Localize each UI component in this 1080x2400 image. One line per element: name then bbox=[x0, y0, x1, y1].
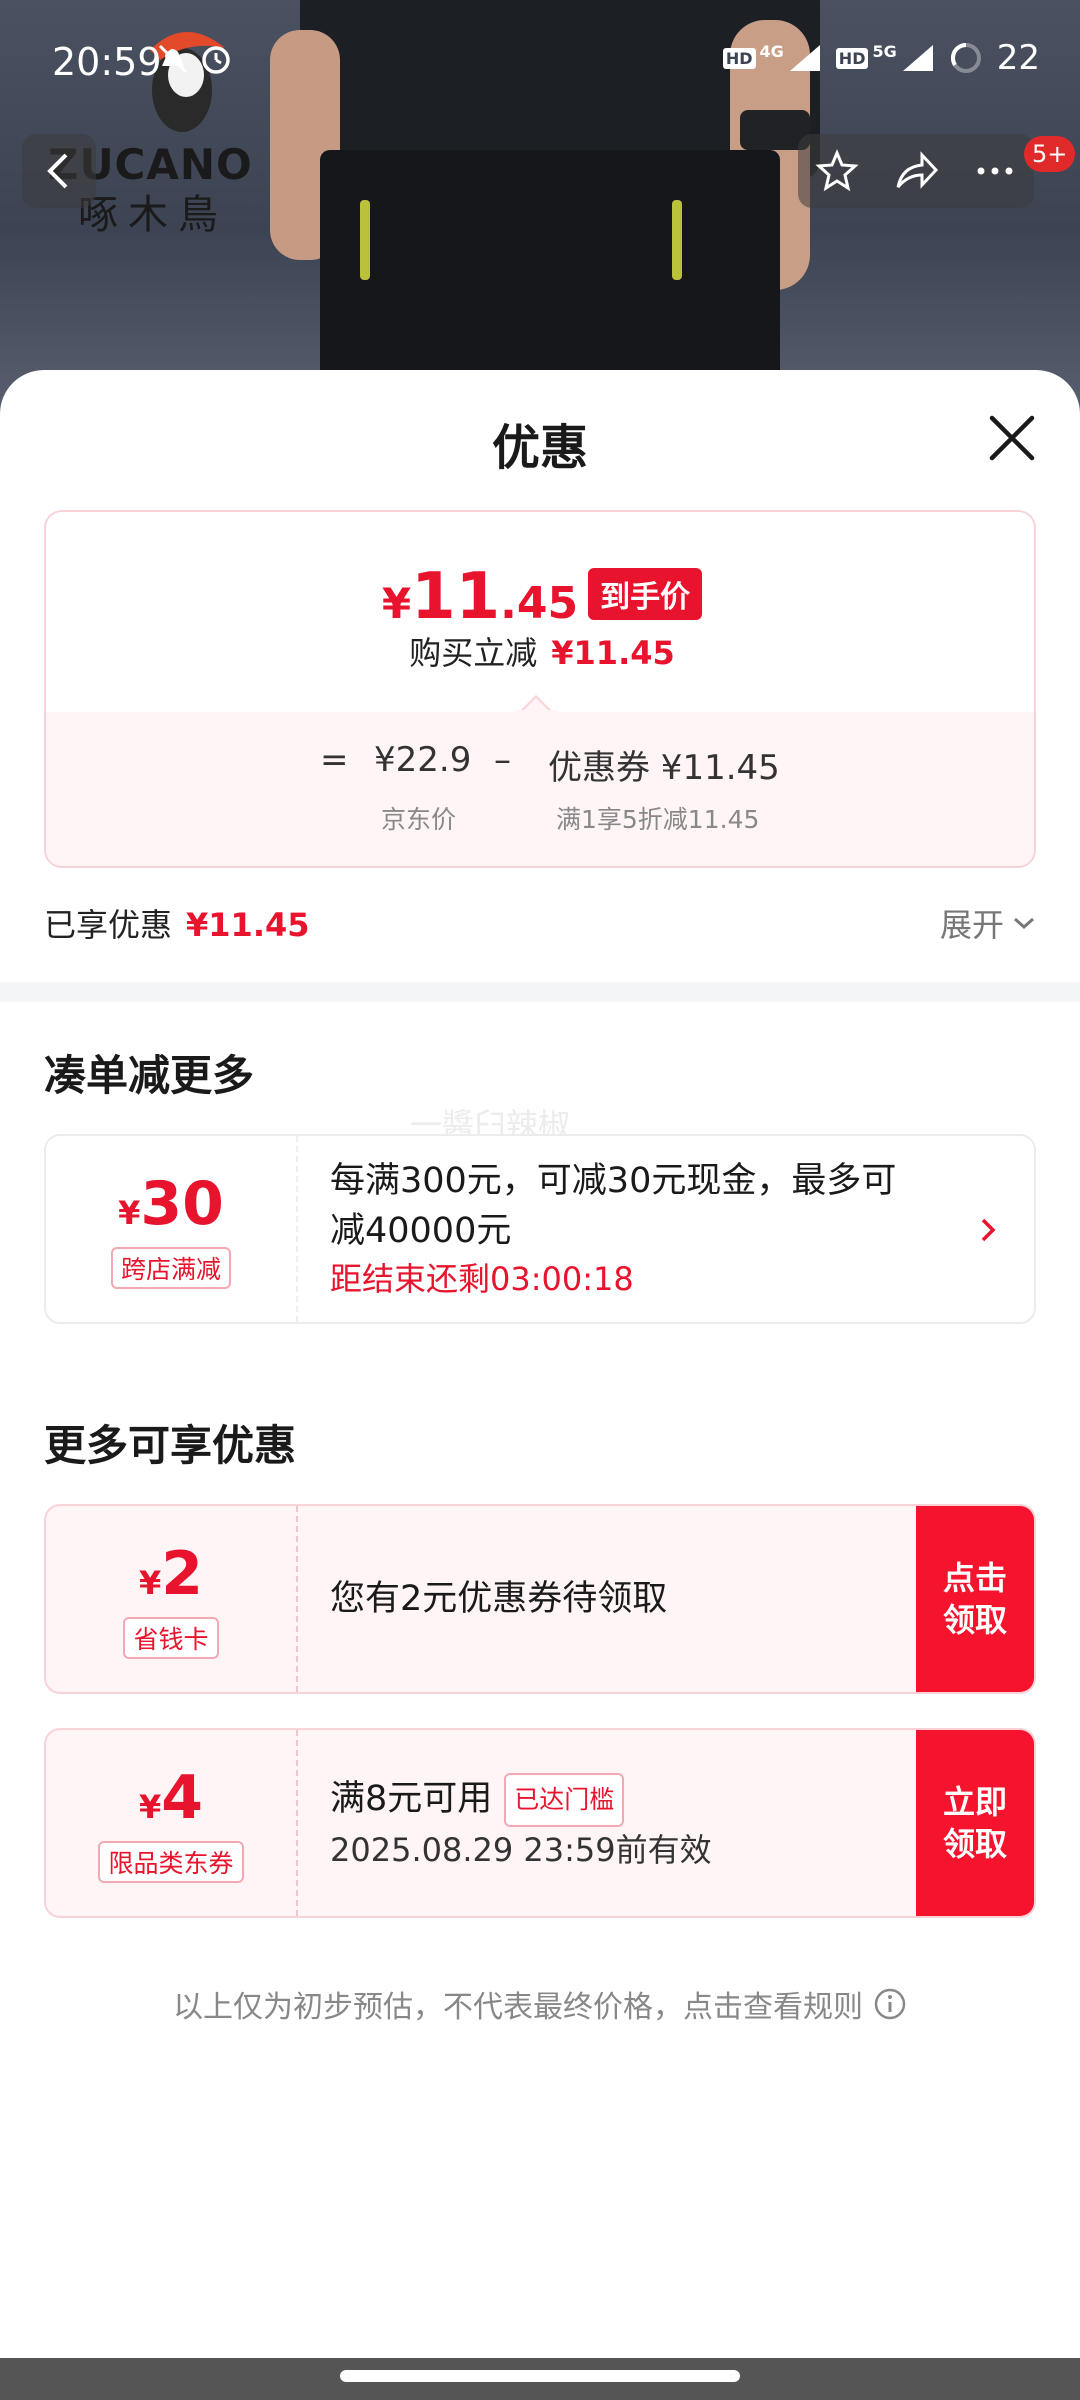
status-bar: 20:59 HD 4G HD 5G 22 bbox=[0, 0, 1080, 120]
discount-sheet: 优惠 ¥ 11 .45 到手价 购买立减 ¥11.45 = ¥22.9 – 优惠券… bbox=[0, 370, 1080, 2360]
coupon-amount: ¥ 30 bbox=[118, 1169, 224, 1239]
section-title-more-order: 凑单减更多 bbox=[44, 1051, 255, 1100]
final-price-card: ¥ 11 .45 到手价 购买立减 ¥11.45 = ¥22.9 – 优惠券 ¥1… bbox=[44, 510, 1036, 868]
claim-coupon-button[interactable]: 立即 领取 bbox=[916, 1730, 1034, 1916]
coupon-amount-area: ¥ 30 跨店满减 bbox=[46, 1136, 298, 1322]
close-icon[interactable] bbox=[982, 408, 1042, 468]
star-icon[interactable] bbox=[815, 149, 859, 193]
coupon-threshold: 满8元可用 已达门槛 bbox=[330, 1773, 712, 1827]
battery-ring-icon bbox=[950, 42, 981, 73]
product-zip-right bbox=[672, 200, 682, 280]
formula-minus: – bbox=[494, 740, 511, 780]
status-left-icons bbox=[158, 42, 238, 84]
coupon-amount-area: ¥ 2 省钱卡 bbox=[46, 1506, 298, 1692]
coupon-amount: ¥ 2 bbox=[138, 1539, 203, 1609]
coupon-tag: 省钱卡 bbox=[123, 1617, 219, 1659]
coupon-desc-line2: 减40000元 bbox=[330, 1211, 512, 1251]
share-icon[interactable] bbox=[892, 149, 940, 193]
formula-equals: = bbox=[320, 740, 349, 780]
coupon-desc: 您有2元优惠券待领取 bbox=[330, 1579, 668, 1619]
signal-icon bbox=[902, 45, 933, 71]
coupon-desc-line1: 每满300元，可减30元现金，最多可 bbox=[330, 1161, 897, 1201]
mute-and-alarm-icon bbox=[158, 44, 230, 74]
final-price-row: ¥ 11 .45 到手价 bbox=[46, 560, 1034, 634]
claim-coupon-button[interactable]: 点击 领取 bbox=[916, 1506, 1034, 1692]
instant-reduce-row: 购买立减 ¥11.45 bbox=[409, 634, 675, 672]
coupon-countdown: 距结束还剩03:00:18 bbox=[330, 1260, 634, 1298]
chevron-down-icon bbox=[1014, 917, 1034, 930]
header-actions bbox=[798, 134, 1034, 208]
final-price: ¥ 11 .45 bbox=[381, 560, 579, 634]
message-badge: 5+ bbox=[1024, 136, 1076, 172]
coupon-tag: 跨店满减 bbox=[110, 1247, 231, 1289]
coupon-body: 每满300元，可减30元现金，最多可 减40000元 距结束还剩03:00:18 bbox=[330, 1136, 896, 1322]
brand-logo-chinese: 啄木鳥 bbox=[78, 192, 228, 238]
signal-4g: HD 4G bbox=[722, 42, 822, 73]
enjoyed-discount-row: 已享优惠 ¥11.45 bbox=[44, 906, 310, 944]
coupon-card-category: ¥ 4 限品类东券 满8元可用 已达门槛 2025.08.29 23:59前有效 … bbox=[44, 1728, 1036, 1918]
product-zip-left bbox=[360, 200, 370, 280]
back-button[interactable] bbox=[22, 134, 96, 208]
coupon-validity: 2025.08.29 23:59前有效 bbox=[330, 1831, 712, 1869]
final-price-tag: 到手价 bbox=[588, 568, 703, 620]
chevron-left-icon bbox=[47, 153, 68, 189]
coupon-body: 满8元可用 已达门槛 2025.08.29 23:59前有效 bbox=[330, 1730, 712, 1916]
chevron-right-icon bbox=[981, 1218, 996, 1242]
coupon-amount: ¥ 4 bbox=[138, 1763, 203, 1833]
status-right-icons: HD 4G HD 5G 22 bbox=[722, 38, 1040, 78]
section-title-more-discount: 更多可享优惠 bbox=[44, 1421, 297, 1470]
signal-5g: HD 5G bbox=[835, 42, 935, 73]
rules-link[interactable]: 以上仅为初步预估，不代表最终价格，点击查看规则 bbox=[0, 1982, 1080, 2026]
more-dots-icon[interactable] bbox=[973, 149, 1017, 193]
section-divider bbox=[0, 982, 1080, 1002]
threshold-reached-tag: 已达门槛 bbox=[504, 1773, 625, 1827]
price-formula-area bbox=[46, 712, 1034, 866]
formula-jd-price-label: 京东价 bbox=[381, 805, 457, 834]
coupon-body: 您有2元优惠券待领取 bbox=[330, 1506, 667, 1692]
battery-level: 22 bbox=[996, 38, 1040, 78]
sheet-title: 优惠 bbox=[491, 420, 588, 476]
coupon-amount-area: ¥ 4 限品类东券 bbox=[46, 1730, 298, 1916]
cross-store-discount-card[interactable]: ¥ 30 跨店满减 每满300元，可减30元现金，最多可 减40000元 距结束… bbox=[44, 1134, 1036, 1324]
coupon-tag: 限品类东券 bbox=[98, 1841, 244, 1883]
status-time: 20:59 bbox=[52, 40, 162, 84]
info-icon bbox=[874, 1988, 906, 2020]
formula-coupon-rule: 满1享5折减11.45 bbox=[556, 805, 760, 834]
formula-jd-price: ¥22.9 bbox=[374, 740, 472, 780]
expand-button[interactable]: 展开 bbox=[940, 900, 1036, 946]
coupon-card-savings: ¥ 2 省钱卡 您有2元优惠券待领取 点击 领取 bbox=[44, 1504, 1036, 1694]
formula-coupon: 优惠券 ¥11.45 bbox=[548, 748, 780, 788]
signal-icon bbox=[789, 45, 820, 71]
home-indicator[interactable] bbox=[340, 2370, 740, 2382]
